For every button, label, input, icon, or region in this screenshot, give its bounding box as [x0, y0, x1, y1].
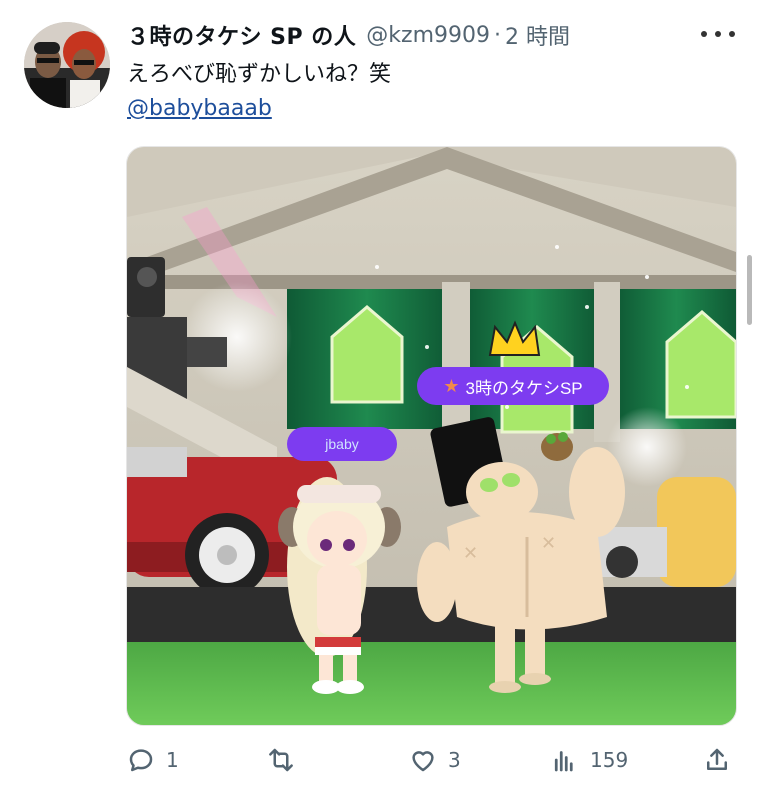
player-tag-jbaby: jbaby: [287, 427, 397, 461]
more-options-icon[interactable]: [701, 22, 735, 46]
user-handle[interactable]: @kzm9909: [366, 23, 490, 48]
separator: ·: [494, 22, 502, 48]
star-icon: ★: [443, 375, 460, 397]
views-count: 159: [590, 748, 629, 772]
player-tag-label: jbaby: [325, 436, 359, 452]
svg-text:✕: ✕: [541, 533, 556, 554]
like-button[interactable]: 3: [408, 740, 461, 780]
svg-text:✕: ✕: [463, 543, 478, 564]
retweet-icon: [269, 748, 293, 772]
reply-count: 1: [166, 748, 179, 772]
heart-icon: [412, 751, 434, 772]
tweet-header: ３時のタケシ SP の人 @kzm9909 · 2 時間: [127, 18, 735, 52]
tweet-text: えろべび恥ずかしいね？笑: [127, 62, 392, 87]
retweet-button[interactable]: [266, 740, 306, 780]
player-tag-label: 3時のタケシSP: [465, 378, 583, 398]
views-button[interactable]: 159: [550, 740, 628, 780]
reply-button[interactable]: 1: [126, 740, 179, 780]
mention-link[interactable]: @babybaaab: [127, 92, 391, 126]
tweet-action-bar: 1 3 159: [126, 740, 735, 780]
tweet-media-image[interactable]: ✕ ✕ jbaby ★ 3時のタケシSP: [126, 146, 737, 726]
like-count: 3: [448, 748, 461, 772]
share-button[interactable]: [702, 740, 732, 780]
avatar[interactable]: [24, 22, 110, 108]
scrollbar[interactable]: [747, 255, 752, 325]
analytics-icon: [554, 751, 573, 772]
display-name[interactable]: ３時のタケシ SP の人: [127, 19, 356, 51]
reply-icon: [129, 749, 153, 772]
player-tag-takeshi: ★ 3時のタケシSP: [417, 367, 609, 405]
timestamp[interactable]: 2 時間: [505, 19, 570, 51]
share-icon: [707, 748, 727, 770]
tweet-body: えろべび恥ずかしいね？笑 @babybaaab: [127, 58, 391, 126]
